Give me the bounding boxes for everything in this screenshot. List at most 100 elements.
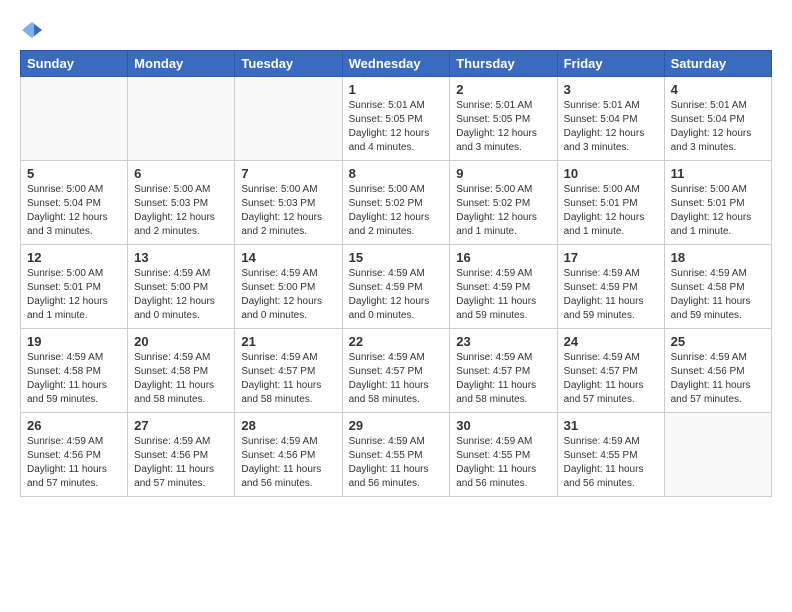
day-number: 5 [27, 166, 121, 181]
day-info: Sunrise: 5:00 AM Sunset: 5:03 PM Dayligh… [134, 183, 228, 239]
day-number: 18 [671, 250, 765, 265]
day-info: Sunrise: 4:59 AM Sunset: 5:00 PM Dayligh… [134, 267, 228, 323]
calendar-cell [128, 77, 235, 161]
page-container: SundayMondayTuesdayWednesdayThursdayFrid… [20, 20, 772, 497]
header [20, 20, 772, 40]
day-info: Sunrise: 5:01 AM Sunset: 5:04 PM Dayligh… [564, 99, 658, 155]
day-info: Sunrise: 5:00 AM Sunset: 5:03 PM Dayligh… [241, 183, 335, 239]
calendar-cell: 12 Sunrise: 5:00 AM Sunset: 5:01 PM Dayli… [21, 245, 128, 329]
header-cell-tuesday: Tuesday [235, 51, 342, 77]
header-cell-friday: Friday [557, 51, 664, 77]
calendar-cell: 24 Sunrise: 4:59 AM Sunset: 4:57 PM Dayli… [557, 329, 664, 413]
day-info: Sunrise: 4:59 AM Sunset: 4:57 PM Dayligh… [456, 351, 550, 407]
calendar-cell: 14 Sunrise: 4:59 AM Sunset: 5:00 PM Dayli… [235, 245, 342, 329]
calendar-cell: 10 Sunrise: 5:00 AM Sunset: 5:01 PM Dayli… [557, 161, 664, 245]
day-info: Sunrise: 4:59 AM Sunset: 4:57 PM Dayligh… [241, 351, 335, 407]
day-number: 1 [349, 82, 444, 97]
logo-icon [20, 20, 44, 40]
day-number: 27 [134, 418, 228, 433]
day-number: 26 [27, 418, 121, 433]
calendar-week-row: 12 Sunrise: 5:00 AM Sunset: 5:01 PM Dayli… [21, 245, 772, 329]
day-number: 4 [671, 82, 765, 97]
calendar-table: SundayMondayTuesdayWednesdayThursdayFrid… [20, 50, 772, 497]
day-info: Sunrise: 4:59 AM Sunset: 4:56 PM Dayligh… [241, 435, 335, 491]
day-info: Sunrise: 5:00 AM Sunset: 5:02 PM Dayligh… [456, 183, 550, 239]
calendar-cell: 22 Sunrise: 4:59 AM Sunset: 4:57 PM Dayli… [342, 329, 450, 413]
logo [20, 20, 48, 40]
day-info: Sunrise: 4:59 AM Sunset: 4:55 PM Dayligh… [564, 435, 658, 491]
day-info: Sunrise: 4:59 AM Sunset: 4:56 PM Dayligh… [134, 435, 228, 491]
day-info: Sunrise: 5:01 AM Sunset: 5:04 PM Dayligh… [671, 99, 765, 155]
day-info: Sunrise: 4:59 AM Sunset: 4:58 PM Dayligh… [27, 351, 121, 407]
day-info: Sunrise: 4:59 AM Sunset: 4:58 PM Dayligh… [671, 267, 765, 323]
calendar-cell: 2 Sunrise: 5:01 AM Sunset: 5:05 PM Daylig… [450, 77, 557, 161]
calendar-cell [235, 77, 342, 161]
calendar-cell: 27 Sunrise: 4:59 AM Sunset: 4:56 PM Dayli… [128, 413, 235, 497]
day-number: 11 [671, 166, 765, 181]
calendar-cell: 26 Sunrise: 4:59 AM Sunset: 4:56 PM Dayli… [21, 413, 128, 497]
day-number: 23 [456, 334, 550, 349]
day-number: 3 [564, 82, 658, 97]
day-info: Sunrise: 5:01 AM Sunset: 5:05 PM Dayligh… [456, 99, 550, 155]
calendar-week-row: 5Sunrise: 5:00 AM Sunset: 5:04 PM Daylig… [21, 161, 772, 245]
day-number: 28 [241, 418, 335, 433]
day-number: 12 [27, 250, 121, 265]
calendar-cell: 7 Sunrise: 5:00 AM Sunset: 5:03 PM Daylig… [235, 161, 342, 245]
day-number: 13 [134, 250, 228, 265]
calendar-cell: 15 Sunrise: 4:59 AM Sunset: 4:59 PM Dayli… [342, 245, 450, 329]
day-info: Sunrise: 4:59 AM Sunset: 4:59 PM Dayligh… [564, 267, 658, 323]
day-number: 29 [349, 418, 444, 433]
calendar-cell: 21Sunrise: 4:59 AM Sunset: 4:57 PM Dayli… [235, 329, 342, 413]
day-info: Sunrise: 5:00 AM Sunset: 5:01 PM Dayligh… [564, 183, 658, 239]
day-number: 2 [456, 82, 550, 97]
day-number: 25 [671, 334, 765, 349]
day-number: 15 [349, 250, 444, 265]
calendar-week-row: 19 Sunrise: 4:59 AM Sunset: 4:58 PM Dayli… [21, 329, 772, 413]
calendar-cell: 4 Sunrise: 5:01 AM Sunset: 5:04 PM Daylig… [664, 77, 771, 161]
day-info: Sunrise: 5:00 AM Sunset: 5:01 PM Dayligh… [671, 183, 765, 239]
calendar-cell: 18 Sunrise: 4:59 AM Sunset: 4:58 PM Dayli… [664, 245, 771, 329]
day-number: 7 [241, 166, 335, 181]
day-number: 24 [564, 334, 658, 349]
day-number: 22 [349, 334, 444, 349]
calendar-cell: 5Sunrise: 5:00 AM Sunset: 5:04 PM Daylig… [21, 161, 128, 245]
day-info: Sunrise: 4:59 AM Sunset: 4:56 PM Dayligh… [671, 351, 765, 407]
calendar-cell: 25 Sunrise: 4:59 AM Sunset: 4:56 PM Dayli… [664, 329, 771, 413]
calendar-cell: 11 Sunrise: 5:00 AM Sunset: 5:01 PM Dayli… [664, 161, 771, 245]
day-info: Sunrise: 4:59 AM Sunset: 4:59 PM Dayligh… [349, 267, 444, 323]
calendar-cell: 13 Sunrise: 4:59 AM Sunset: 5:00 PM Dayli… [128, 245, 235, 329]
calendar-cell: 1 Sunrise: 5:01 AM Sunset: 5:05 PM Daylig… [342, 77, 450, 161]
calendar-cell: 8Sunrise: 5:00 AM Sunset: 5:02 PM Daylig… [342, 161, 450, 245]
day-info: Sunrise: 4:59 AM Sunset: 4:55 PM Dayligh… [349, 435, 444, 491]
header-cell-saturday: Saturday [664, 51, 771, 77]
calendar-cell: 16Sunrise: 4:59 AM Sunset: 4:59 PM Dayli… [450, 245, 557, 329]
day-number: 6 [134, 166, 228, 181]
calendar-cell: 28 Sunrise: 4:59 AM Sunset: 4:56 PM Dayli… [235, 413, 342, 497]
day-number: 17 [564, 250, 658, 265]
day-number: 19 [27, 334, 121, 349]
calendar-cell: 17 Sunrise: 4:59 AM Sunset: 4:59 PM Dayli… [557, 245, 664, 329]
day-info: Sunrise: 5:01 AM Sunset: 5:05 PM Dayligh… [349, 99, 444, 155]
day-info: Sunrise: 4:59 AM Sunset: 4:59 PM Dayligh… [456, 267, 550, 323]
calendar-cell: 29 Sunrise: 4:59 AM Sunset: 4:55 PM Dayli… [342, 413, 450, 497]
day-info: Sunrise: 4:59 AM Sunset: 4:56 PM Dayligh… [27, 435, 121, 491]
day-info: Sunrise: 5:00 AM Sunset: 5:01 PM Dayligh… [27, 267, 121, 323]
calendar-cell: 3 Sunrise: 5:01 AM Sunset: 5:04 PM Daylig… [557, 77, 664, 161]
header-cell-thursday: Thursday [450, 51, 557, 77]
day-number: 10 [564, 166, 658, 181]
day-info: Sunrise: 4:59 AM Sunset: 4:57 PM Dayligh… [564, 351, 658, 407]
day-info: Sunrise: 4:59 AM Sunset: 4:57 PM Dayligh… [349, 351, 444, 407]
calendar-week-row: 26 Sunrise: 4:59 AM Sunset: 4:56 PM Dayli… [21, 413, 772, 497]
calendar-cell [664, 413, 771, 497]
header-cell-monday: Monday [128, 51, 235, 77]
calendar-cell: 23 Sunrise: 4:59 AM Sunset: 4:57 PM Dayli… [450, 329, 557, 413]
day-number: 30 [456, 418, 550, 433]
header-cell-sunday: Sunday [21, 51, 128, 77]
calendar-cell: 20Sunrise: 4:59 AM Sunset: 4:58 PM Dayli… [128, 329, 235, 413]
day-number: 14 [241, 250, 335, 265]
calendar-cell: 9 Sunrise: 5:00 AM Sunset: 5:02 PM Daylig… [450, 161, 557, 245]
day-info: Sunrise: 4:59 AM Sunset: 4:55 PM Dayligh… [456, 435, 550, 491]
calendar-cell: 19 Sunrise: 4:59 AM Sunset: 4:58 PM Dayli… [21, 329, 128, 413]
day-number: 9 [456, 166, 550, 181]
day-info: Sunrise: 4:59 AM Sunset: 5:00 PM Dayligh… [241, 267, 335, 323]
